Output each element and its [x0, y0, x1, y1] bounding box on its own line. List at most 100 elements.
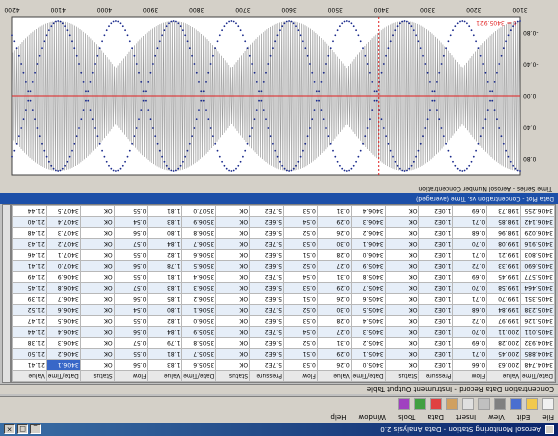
table-cell[interactable]: OK	[215, 260, 250, 272]
table-cell[interactable]: 3505.9	[181, 326, 216, 338]
table-cell[interactable]: 0.26	[317, 227, 352, 239]
table-cell[interactable]: OK	[215, 337, 250, 349]
table-cell[interactable]: OK	[215, 249, 250, 261]
table-cell[interactable]: 0.53	[283, 205, 318, 217]
table-cell[interactable]: OK	[80, 326, 115, 338]
table-cell[interactable]: 3405.6	[351, 293, 386, 305]
table-cell[interactable]: 0.27	[317, 260, 352, 272]
column-header[interactable]: Date/Time	[520, 370, 555, 382]
table-cell[interactable]: OK	[215, 282, 250, 294]
copy-icon[interactable]	[462, 398, 474, 411]
table-cell[interactable]: 0.69	[452, 337, 487, 349]
table-cell[interactable]: 0.51	[283, 249, 318, 261]
column-header[interactable]: Status	[385, 370, 419, 382]
table-cell[interactable]: 0.72	[452, 315, 487, 327]
table-cell[interactable]: 1.0E2	[419, 326, 453, 338]
table-cell[interactable]: OK	[385, 271, 419, 283]
table-cell[interactable]: 0.57	[114, 238, 148, 250]
table-cell[interactable]: OK	[385, 260, 419, 272]
table-cell[interactable]: 0.26	[317, 359, 352, 371]
table-cell[interactable]: OK	[80, 359, 115, 371]
table-cell[interactable]: 1.0E2	[419, 304, 453, 316]
table-cell[interactable]: 3505.6	[181, 359, 216, 371]
open-icon[interactable]	[526, 398, 538, 411]
table-cell[interactable]: 0.56	[114, 326, 148, 338]
table-cell[interactable]: OK	[385, 282, 419, 294]
table-cell[interactable]: 0.53	[283, 359, 318, 371]
table-cell[interactable]: 3405.464	[520, 282, 555, 294]
table-cell[interactable]: 21.46	[12, 249, 47, 261]
table-cell[interactable]: 3407.2	[46, 238, 81, 250]
table-cell[interactable]: 3506.2	[181, 293, 216, 305]
table-cell[interactable]: 21.52	[12, 304, 47, 316]
table-cell[interactable]: OK	[80, 205, 115, 217]
table-cell[interactable]: 0.68	[452, 227, 487, 239]
table-cell[interactable]: 0.31	[317, 337, 352, 349]
table-cell[interactable]: 21.38	[12, 337, 47, 349]
table-cell[interactable]: 5.7E2	[249, 359, 284, 371]
table-cell[interactable]: 0.56	[114, 227, 148, 239]
table-cell[interactable]: 21.47	[12, 315, 47, 327]
column-header[interactable]: Flow	[114, 370, 148, 382]
table-cell[interactable]: 3506.1	[181, 304, 216, 316]
table-cell[interactable]: 5.6E2	[249, 348, 284, 360]
table-cell[interactable]: OK	[80, 216, 115, 228]
table-cell[interactable]: 3405.916	[520, 238, 555, 250]
table-cell[interactable]: 21.49	[12, 271, 47, 283]
new-icon[interactable]	[542, 398, 554, 411]
table-cell[interactable]: 3405.4	[351, 315, 386, 327]
table-cell[interactable]: 0.55	[114, 348, 148, 360]
table-scrollbar[interactable]	[2, 204, 11, 383]
table-row[interactable]: 3405.238 199.84 0.68 1.0E2 OK 3405.5 0.30 0.52 5…	[12, 304, 555, 316]
table-cell[interactable]: 0.51	[283, 348, 318, 360]
table-cell[interactable]: 0.68	[452, 304, 487, 316]
table-cell[interactable]: 21.45	[12, 282, 47, 294]
table-cell[interactable]: 5.7E2	[249, 304, 284, 316]
table-cell[interactable]: 3406.3	[46, 337, 81, 349]
table-cell[interactable]: 1.0E2	[419, 249, 453, 261]
table-cell[interactable]: 0.54	[283, 216, 318, 228]
table-cell[interactable]: OK	[215, 238, 250, 250]
column-header[interactable]: Flow	[283, 370, 318, 382]
table-cell[interactable]: 1.82	[148, 315, 182, 327]
table-cell[interactable]: OK	[80, 293, 115, 305]
table-cell[interactable]: 5.7E2	[249, 238, 284, 250]
table-cell[interactable]: OK	[215, 205, 250, 217]
table-cell[interactable]: 5.6E2	[249, 227, 284, 239]
table-row[interactable]: 3404.885 200.45 0.71 1.0E2 OK 3405.1 0.29 0.51 5…	[12, 348, 555, 360]
table-cell[interactable]: 1.83	[148, 282, 182, 294]
table-cell[interactable]: 1.0E2	[419, 282, 453, 294]
table-row[interactable]: 3404.748 200.63 0.66 1.0E2 OK 3405.0 0.26 0.53 5…	[12, 359, 555, 371]
table-cell[interactable]: 3405.5	[351, 304, 386, 316]
table-cell[interactable]: 3406.5	[46, 315, 81, 327]
menu-window[interactable]: Window	[358, 414, 386, 422]
menu-file[interactable]: File	[542, 414, 554, 422]
table-cell[interactable]: 0.71	[452, 293, 487, 305]
table-cell[interactable]: 200.11	[486, 326, 521, 338]
table-cell[interactable]: 0.27	[317, 326, 352, 338]
menu-help[interactable]: Help	[330, 414, 346, 422]
close-button[interactable]: ×	[4, 424, 15, 435]
table-cell[interactable]: 3406.7	[46, 293, 81, 305]
table-cell[interactable]: 0.71	[452, 249, 487, 261]
cut-icon[interactable]	[478, 398, 490, 411]
table-cell[interactable]: OK	[215, 326, 250, 338]
table-cell[interactable]: 1.82	[148, 249, 182, 261]
table-cell[interactable]: 0.56	[114, 293, 148, 305]
table-row[interactable]: 3405.464 199.58 0.70 1.0E2 OK 3405.7 0.29 0.53 5…	[12, 282, 555, 294]
table-cell[interactable]: 3406.142	[520, 216, 555, 228]
table-cell[interactable]: 21.40	[12, 216, 47, 228]
table-row[interactable]: 3404.932 200.28 0.69 1.0E2 OK 3405.2 0.31 0.52 5…	[12, 337, 555, 349]
column-header[interactable]: Pressure	[249, 370, 284, 382]
table-cell[interactable]: 0.54	[283, 326, 318, 338]
table-cell[interactable]: 0.70	[452, 326, 487, 338]
table-cell[interactable]: 0.54	[114, 216, 148, 228]
table-cell[interactable]: OK	[385, 249, 419, 261]
table-row[interactable]: 3405.351 199.70 0.71 1.0E2 OK 3405.6 0.26 0.51 5…	[12, 293, 555, 305]
table-cell[interactable]: 199.70	[486, 293, 521, 305]
table-cell[interactable]: 0.52	[283, 337, 318, 349]
table-cell[interactable]: 199.08	[486, 238, 521, 250]
table-cell[interactable]: 199.33	[486, 260, 521, 272]
table-cell[interactable]: 5.6E2	[249, 260, 284, 272]
table-cell[interactable]: 199.45	[486, 271, 521, 283]
